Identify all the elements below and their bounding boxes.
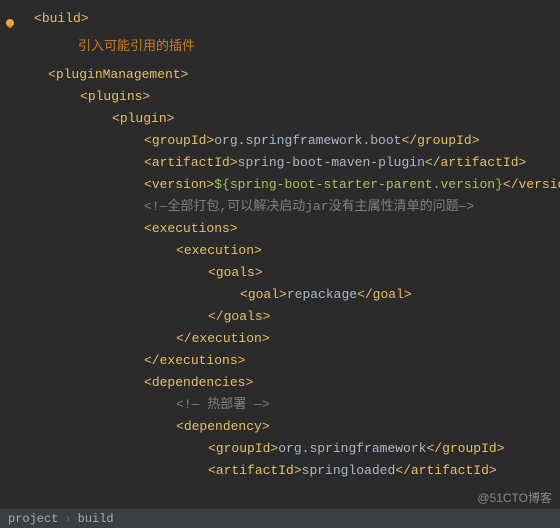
code-line: </execution> bbox=[0, 328, 560, 350]
watermark: @51CTO博客 bbox=[477, 489, 552, 506]
code-line: <build> bbox=[0, 8, 560, 30]
code-line: <plugin> bbox=[0, 108, 560, 130]
lightbulb-icon[interactable] bbox=[4, 18, 16, 30]
chevron-right-icon: › bbox=[64, 512, 71, 526]
code-line: <goals> bbox=[0, 262, 560, 284]
code-editor[interactable]: <build> 引入可能引用的插件 <pluginManagement> <pl… bbox=[0, 0, 560, 482]
code-line: <!—全部打包,可以解决启动jar没有主属性清单的问题—> bbox=[0, 196, 560, 218]
code-line: <execution> bbox=[0, 240, 560, 262]
code-line: <pluginManagement> bbox=[0, 64, 560, 86]
code-line: <artifactId>spring-boot-maven-plugin</ar… bbox=[0, 152, 560, 174]
breadcrumb-item[interactable]: project bbox=[8, 512, 58, 526]
code-line: <dependencies> bbox=[0, 372, 560, 394]
code-line: <goal>repackage</goal> bbox=[0, 284, 560, 306]
code-line: <groupId>org.springframework</groupId> bbox=[0, 438, 560, 460]
code-line: <version>${spring-boot-starter-parent.ve… bbox=[0, 174, 560, 196]
code-line: <!— 热部署 —> bbox=[0, 394, 560, 416]
code-line: <dependency> bbox=[0, 416, 560, 438]
breadcrumb: project › build bbox=[0, 508, 560, 528]
breadcrumb-item[interactable]: build bbox=[78, 512, 114, 526]
code-line: <artifactId>springloaded</artifactId> bbox=[0, 460, 560, 482]
code-line: </goals> bbox=[0, 306, 560, 328]
annotation-hint: 引入可能引用的插件 bbox=[0, 36, 560, 58]
code-line: <plugins> bbox=[0, 86, 560, 108]
code-line: </executions> bbox=[0, 350, 560, 372]
code-line: <executions> bbox=[0, 218, 560, 240]
code-line: <groupId>org.springframework.boot</group… bbox=[0, 130, 560, 152]
